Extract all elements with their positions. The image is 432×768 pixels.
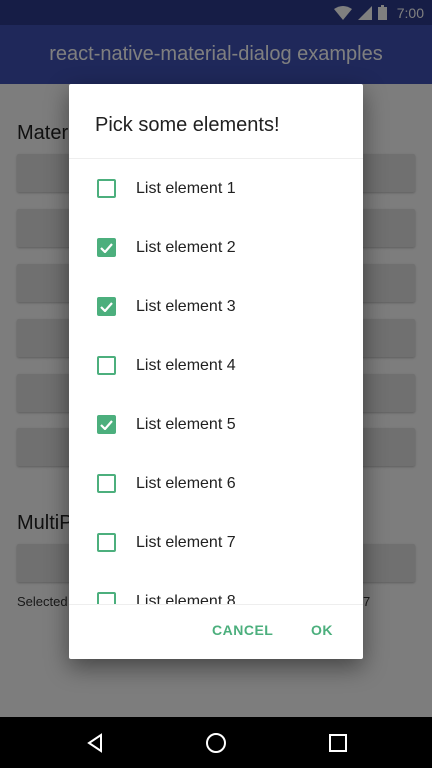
list-item[interactable]: List element 5 xyxy=(69,395,363,454)
checkbox[interactable] xyxy=(97,179,116,198)
checkbox[interactable] xyxy=(97,356,116,375)
checkbox[interactable] xyxy=(97,297,116,316)
checkbox[interactable] xyxy=(97,592,116,604)
list-item[interactable]: List element 4 xyxy=(69,336,363,395)
list-item[interactable]: List element 8 xyxy=(69,572,363,604)
checkbox[interactable] xyxy=(97,238,116,257)
check-icon xyxy=(100,301,113,312)
dialog-title: Pick some elements! xyxy=(95,114,280,136)
checkbox[interactable] xyxy=(97,533,116,552)
list-item-label: List element 7 xyxy=(136,533,236,551)
list-item[interactable]: List element 1 xyxy=(69,159,363,218)
list-item-label: List element 1 xyxy=(136,179,236,197)
dialog-actions: CANCEL OK xyxy=(69,605,363,659)
dialog-list[interactable]: List element 1 List element 2 List eleme… xyxy=(69,159,363,604)
list-item-label: List element 8 xyxy=(136,592,236,605)
checkbox[interactable] xyxy=(97,415,116,434)
list-item-label: List element 4 xyxy=(136,356,236,374)
check-icon xyxy=(100,419,113,430)
ok-button[interactable]: OK xyxy=(311,622,333,638)
recents-icon[interactable] xyxy=(326,731,350,755)
list-item-label: List element 6 xyxy=(136,474,236,492)
cancel-button[interactable]: CANCEL xyxy=(212,622,273,638)
list-item-label: List element 3 xyxy=(136,297,236,315)
back-icon[interactable] xyxy=(84,731,108,755)
check-icon xyxy=(100,242,113,253)
list-item[interactable]: List element 7 xyxy=(69,513,363,572)
list-item[interactable]: List element 6 xyxy=(69,454,363,513)
home-icon[interactable] xyxy=(204,731,228,755)
list-item[interactable]: List element 2 xyxy=(69,218,363,277)
checkbox[interactable] xyxy=(97,474,116,493)
list-item[interactable]: List element 3 xyxy=(69,277,363,336)
navigation-bar xyxy=(0,717,432,768)
list-item-label: List element 2 xyxy=(136,238,236,256)
list-item-label: List element 5 xyxy=(136,415,236,433)
multi-picker-dialog: Pick some elements! List element 1 List … xyxy=(69,84,363,659)
